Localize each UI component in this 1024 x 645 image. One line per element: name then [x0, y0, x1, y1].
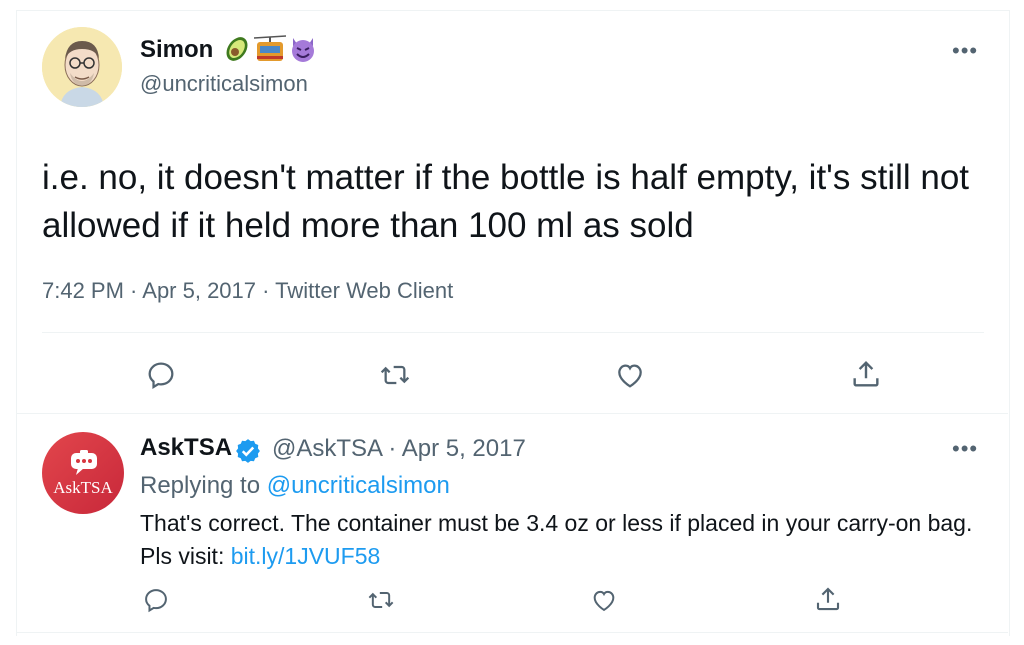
divider	[42, 332, 984, 333]
tweet-text: i.e. no, it doesn't matter if the bottle…	[42, 158, 970, 245]
reply-button[interactable]	[136, 582, 176, 618]
avatar[interactable]	[42, 27, 122, 107]
retweet-button[interactable]	[360, 582, 402, 618]
asktsa-avatar[interactable]: AskTSA	[42, 432, 124, 514]
replying-handle-link[interactable]: @uncriticalsimon	[267, 472, 450, 499]
share-icon	[816, 587, 840, 611]
author-handle-date[interactable]: @AskTSA · Apr 5, 2017	[272, 435, 526, 463]
author-name[interactable]: Simon	[140, 36, 213, 64]
avatar-label: AskTSA	[53, 478, 113, 497]
reply-icon	[148, 362, 174, 390]
smiling-imp-icon	[292, 38, 314, 62]
share-icon	[853, 360, 879, 387]
retweet-icon	[380, 365, 410, 385]
reply-icon	[145, 589, 167, 613]
avocado-icon	[226, 37, 248, 61]
heart-icon	[618, 364, 642, 388]
author-handle[interactable]: @uncriticalsimon	[140, 71, 308, 97]
like-button[interactable]	[608, 356, 652, 394]
reply-text: That's correct. The container must be 3.…	[140, 507, 990, 573]
author-name[interactable]: AskTSA	[140, 434, 232, 462]
author-emojis	[222, 34, 318, 64]
replying-prefix: Replying to	[140, 472, 267, 499]
retweet-button[interactable]	[372, 356, 418, 394]
replying-to: Replying to @uncriticalsimon	[140, 472, 450, 500]
tweet-timestamp[interactable]: 7:42 PM · Apr 5, 2017 · Twitter Web Clie…	[42, 278, 453, 304]
more-options-button[interactable]: •••	[952, 436, 978, 462]
share-button[interactable]	[808, 580, 848, 618]
verified-badge-icon	[234, 437, 262, 470]
like-button[interactable]	[584, 582, 624, 618]
divider	[16, 632, 1008, 633]
heart-icon	[593, 590, 615, 612]
reply-button[interactable]	[140, 356, 182, 394]
divider	[16, 413, 1008, 414]
share-button[interactable]	[844, 354, 888, 394]
aerial-tramway-icon	[254, 35, 286, 61]
reply-link[interactable]: bit.ly/1JVUF58	[231, 543, 381, 569]
chat-bubble-icon	[71, 450, 97, 475]
avatar-illustration	[42, 27, 122, 107]
retweet-icon	[368, 592, 394, 608]
more-options-button[interactable]: •••	[952, 38, 978, 64]
